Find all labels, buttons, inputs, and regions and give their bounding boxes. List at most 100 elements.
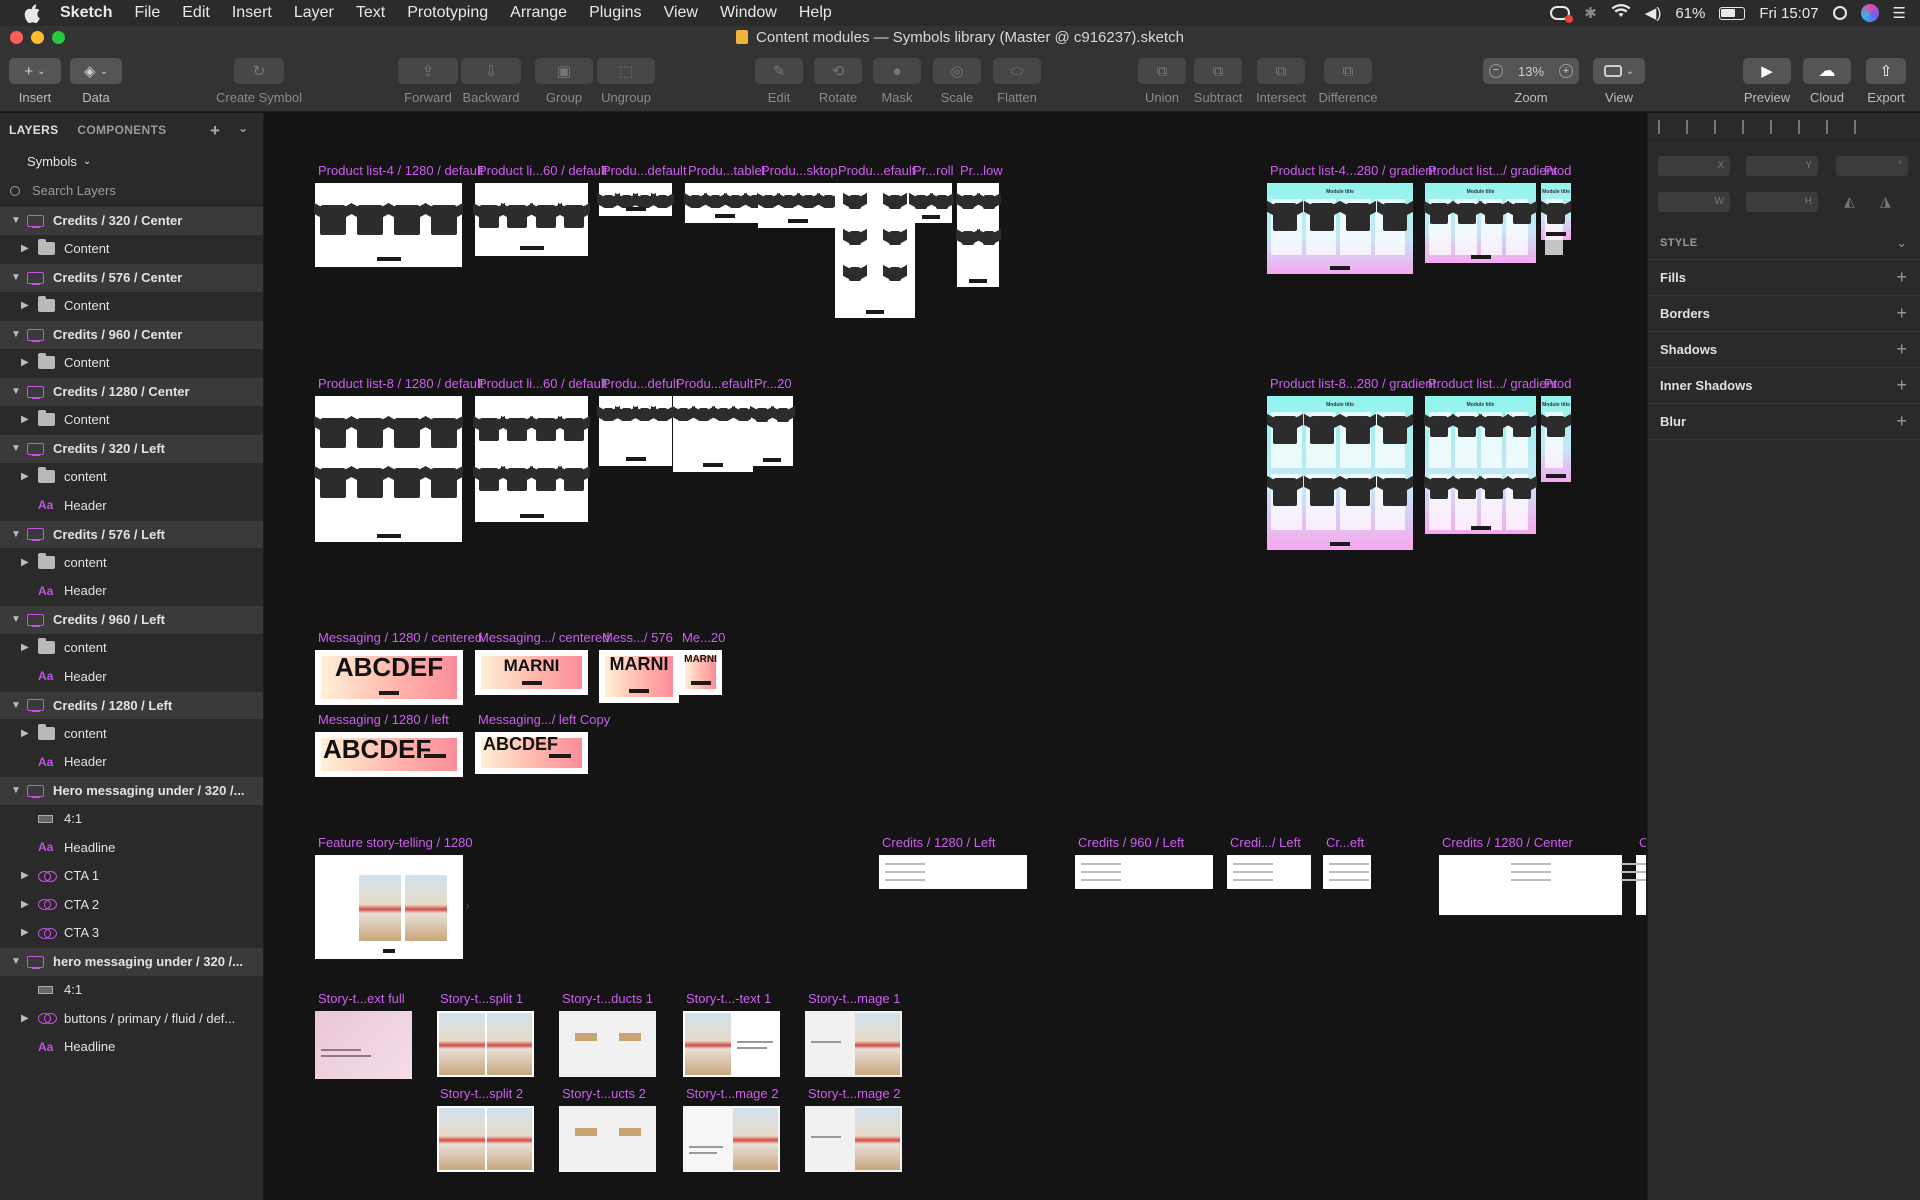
artboard[interactable]: Credits / 1280 / Center (1439, 835, 1622, 915)
disclosure-open-icon[interactable]: ▼ (11, 614, 21, 625)
preview-button[interactable]: ▶ (1743, 58, 1791, 84)
volume-icon[interactable]: ◀︎) (1645, 4, 1662, 22)
disclosure-open-icon[interactable]: ▼ (11, 215, 21, 226)
layer-row[interactable]: ▶ CTA 2 (0, 890, 263, 919)
artboard-label[interactable]: Pr...roll (913, 163, 953, 178)
tab-layers[interactable]: LAYERS (9, 123, 58, 137)
disclosure-closed-icon[interactable]: ▶ (21, 300, 29, 311)
align-right-icon[interactable] (1742, 119, 1756, 134)
artboard-label[interactable]: Product list-4 / 1280 / default (318, 163, 483, 178)
notification-center-icon[interactable]: ☰ (1893, 4, 1906, 22)
zoom-value[interactable]: 13% (1518, 64, 1544, 79)
layer-row[interactable]: ▶ content (0, 548, 263, 577)
ungroup-button[interactable]: ⬚ (597, 58, 655, 84)
artboard[interactable]: Story-t...split 2 (437, 1086, 534, 1172)
layer-row[interactable]: ▶ Content (0, 235, 263, 264)
artboard[interactable]: Story-t...mage 2 (805, 1086, 902, 1172)
artboard-label[interactable]: Messaging / 1280 / centered (318, 630, 482, 645)
cloud-button[interactable]: ☁ (1803, 58, 1851, 84)
rotation-field[interactable]: ° (1836, 156, 1908, 176)
backward-button[interactable]: ⇩ (461, 58, 521, 84)
artboard-label[interactable]: Product list.../ gradient (1428, 163, 1557, 178)
menu-layer[interactable]: Layer (294, 4, 334, 22)
artboard[interactable]: Product list-8...280 / gradient Module ti… (1267, 376, 1436, 550)
layer-artboard-row[interactable]: ▼ Credits / 320 / Center (0, 206, 263, 235)
insert-button[interactable]: + ⌄ (9, 58, 61, 84)
align-top-icon[interactable] (1798, 119, 1812, 134)
siri-icon[interactable] (1860, 4, 1879, 22)
zoom-out-icon[interactable]: − (1489, 64, 1503, 78)
layer-row[interactable]: ▶ content (0, 463, 263, 492)
layer-row[interactable]: 4:1 (0, 976, 263, 1005)
union-tool[interactable]: ⧉ Union (1138, 58, 1186, 105)
menu-insert[interactable]: Insert (232, 4, 272, 22)
disclosure-open-icon[interactable]: ▼ (11, 529, 21, 540)
artboard[interactable]: C (1621, 835, 1646, 915)
artboard[interactable]: Story-t...mage 1 (805, 991, 902, 1077)
align-center-icon[interactable] (1686, 119, 1700, 134)
artboard[interactable]: Messaging.../ centered MARNI (475, 630, 610, 695)
artboard-label[interactable]: Story-t...ext full (318, 991, 405, 1006)
artboard-label[interactable]: Story-t...ucts 2 (562, 1086, 646, 1101)
artboard-label[interactable]: Story-t...mage 1 (808, 991, 900, 1006)
artboard-label[interactable]: Product list-4...280 / gradient (1270, 163, 1436, 178)
difference-button[interactable]: ⧉ (1324, 58, 1372, 84)
group-tool[interactable]: ▣ Group (535, 58, 593, 105)
artboard[interactable]: Prod Module title (1541, 163, 1571, 255)
artboard[interactable]: Prod Module title (1541, 376, 1571, 482)
artboard-label[interactable]: Feature story-telling / 1280 (318, 835, 473, 850)
artboard[interactable]: Produ...tablet (685, 163, 765, 223)
layer-row[interactable]: ▶ Content (0, 406, 263, 435)
artboard-label[interactable]: Me...20 (682, 630, 725, 645)
wifi-icon[interactable] (1611, 4, 1631, 22)
artboard-label[interactable]: Story-t...mage 2 (808, 1086, 900, 1101)
artboard-label[interactable]: Messaging.../ centered (478, 630, 610, 645)
artboard[interactable]: Produ...defult (599, 376, 679, 466)
group-button[interactable]: ▣ (535, 58, 593, 84)
rotate-button[interactable]: ⟲ (814, 58, 862, 84)
creative-cloud-icon[interactable] (1550, 6, 1574, 23)
artboard[interactable]: Story-t...ducts 1 (559, 991, 656, 1077)
data-tool[interactable]: ◈ ⌄ Data (70, 58, 122, 105)
mask-tool[interactable]: ● Mask (873, 58, 921, 105)
layer-artboard-row[interactable]: ▼ Credits / 960 / Center (0, 320, 263, 349)
add-fill-icon[interactable]: + (1896, 267, 1907, 288)
artboard-label[interactable]: Produ...default (602, 163, 687, 178)
layer-artboard-row[interactable]: ▼ hero messaging under / 320 /... (0, 947, 263, 976)
layer-artboard-row[interactable]: ▼ Credits / 320 / Left (0, 434, 263, 463)
disclosure-open-icon[interactable]: ▼ (11, 700, 21, 711)
artboard-label[interactable]: C (1639, 835, 1646, 850)
menu-prototyping[interactable]: Prototyping (407, 4, 488, 22)
difference-tool[interactable]: ⧉ Difference (1316, 58, 1380, 105)
artboard[interactable]: Pr...low (957, 163, 1003, 287)
artboard[interactable]: Product li...60 / default (475, 376, 607, 522)
clock[interactable]: Fri 15:07 (1759, 5, 1818, 22)
artboard-label[interactable]: Produ...defult (602, 376, 679, 391)
flatten-tool[interactable]: ⬭ Flatten (992, 58, 1042, 105)
artboard-label[interactable]: Pr...low (960, 163, 1003, 178)
x-position-field[interactable]: X (1658, 156, 1730, 176)
intersect-tool[interactable]: ⧉ Intersect (1253, 58, 1309, 105)
disclosure-closed-icon[interactable]: ▶ (21, 728, 29, 739)
artboard-label[interactable]: Product li...60 / default (478, 163, 607, 178)
artboard[interactable]: Cr...eft (1323, 835, 1371, 889)
artboard-label[interactable]: Pr...20 (754, 376, 792, 391)
fills-section[interactable]: Fills + (1648, 260, 1920, 296)
add-page-icon[interactable]: + (210, 121, 220, 141)
artboard-label[interactable]: Produ...efault (676, 376, 753, 391)
width-field[interactable]: W (1658, 192, 1730, 212)
style-section-header[interactable]: STYLE ⌄ (1648, 226, 1920, 260)
artboard-label[interactable]: Product list-8...280 / gradient (1270, 376, 1436, 391)
view-button[interactable]: ⌄ (1593, 58, 1645, 84)
create-symbol-button[interactable]: ↻ (234, 58, 284, 84)
tab-components[interactable]: COMPONENTS (77, 123, 166, 137)
flatten-button[interactable]: ⬭ (993, 58, 1041, 84)
cloud-tool[interactable]: ☁ Cloud (1803, 58, 1851, 105)
height-field[interactable]: H (1746, 192, 1818, 212)
artboard-label[interactable]: Credits / 960 / Left (1078, 835, 1184, 850)
layer-row[interactable]: ▶ CTA 1 (0, 862, 263, 891)
artboard-label[interactable]: Product li...60 / default (478, 376, 607, 391)
forward-tool[interactable]: ⇪ Forward (398, 58, 458, 105)
disclosure-open-icon[interactable]: ▼ (11, 956, 21, 967)
artboard[interactable]: Product list-4 / 1280 / default (315, 163, 483, 267)
